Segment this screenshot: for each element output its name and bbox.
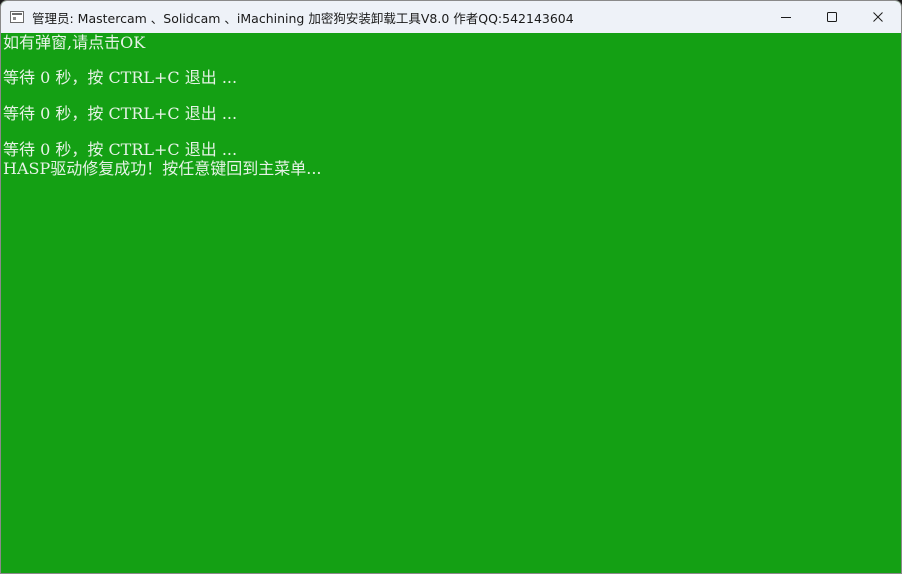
close-icon [873, 12, 883, 22]
console-line-popup-hint: 如有弹窗,请点击OK [3, 33, 146, 52]
minimize-icon [781, 17, 791, 18]
console-app-icon [10, 11, 24, 23]
console-output[interactable]: 如有弹窗,请点击OK 等待 0 秒，按 CTRL+C 退出 ... 等待 0 秒… [1, 33, 901, 573]
close-button[interactable] [855, 1, 901, 33]
window-title: 管理员: Mastercam 、Solidcam 、iMachining 加密狗… [32, 10, 574, 26]
console-window: 管理员: Mastercam 、Solidcam 、iMachining 加密狗… [0, 0, 902, 574]
minimize-button[interactable] [763, 1, 809, 33]
maximize-button[interactable] [809, 1, 855, 33]
maximize-icon [827, 12, 837, 22]
caption-buttons [763, 1, 901, 33]
console-line-wait-3: 等待 0 秒，按 CTRL+C 退出 ... [3, 140, 238, 159]
console-line-wait-1: 等待 0 秒，按 CTRL+C 退出 ... [3, 68, 238, 87]
console-line-wait-2: 等待 0 秒，按 CTRL+C 退出 ... [3, 104, 238, 123]
console-line-success: HASP驱动修复成功！按任意键回到主菜单... [3, 159, 322, 178]
title-bar[interactable]: 管理员: Mastercam 、Solidcam 、iMachining 加密狗… [1, 1, 901, 33]
